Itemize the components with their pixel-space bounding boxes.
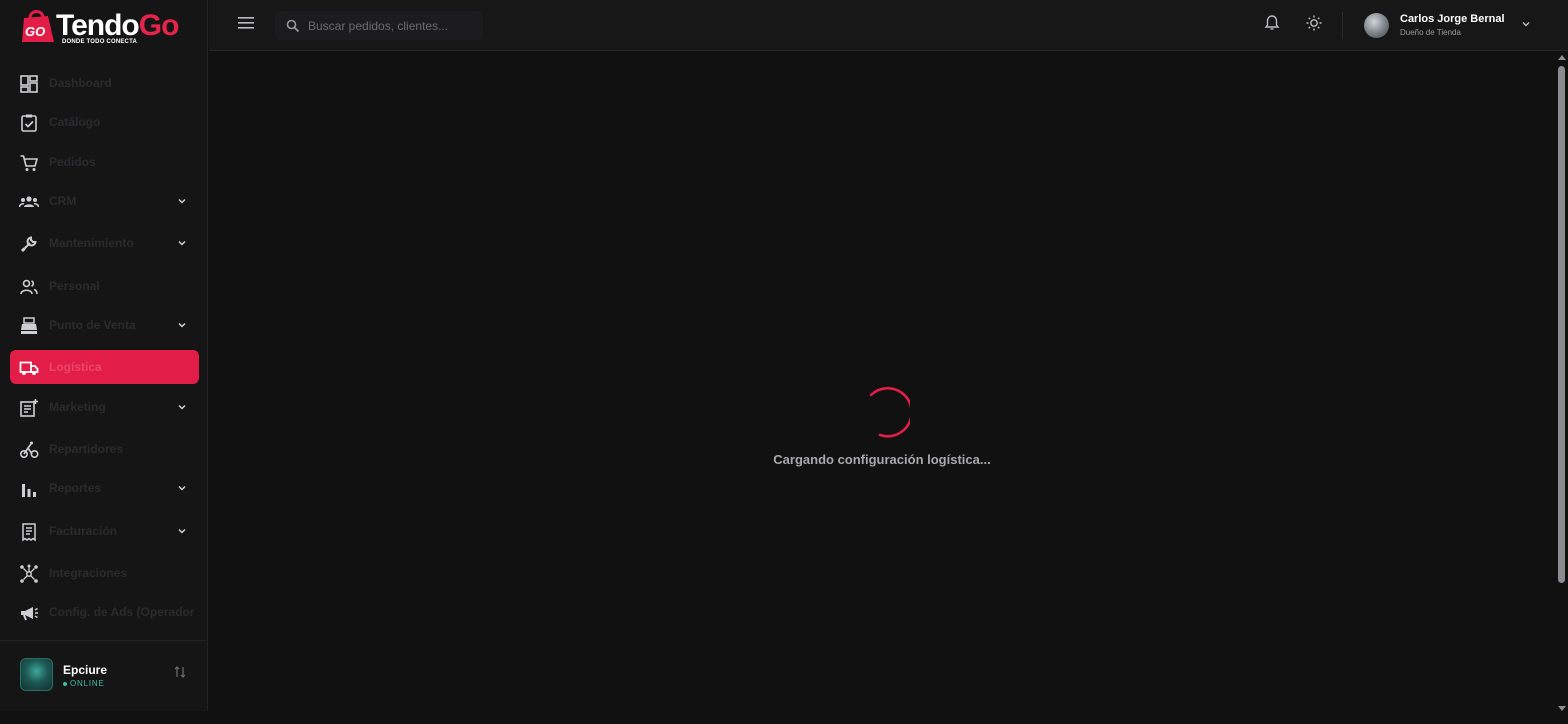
chevron-down-icon[interactable] xyxy=(177,402,187,412)
receipt-icon xyxy=(22,523,36,542)
store-avatar xyxy=(20,658,53,691)
brand-tagline: DONDE TODO CONECTA xyxy=(62,39,138,45)
loading-message: Cargando configuración logística... xyxy=(773,452,991,467)
truck-icon xyxy=(19,361,39,375)
users-group-icon xyxy=(19,196,39,208)
sidebar-item-label: Facturación xyxy=(49,524,118,538)
sidebar-item-reportes[interactable]: Reportes xyxy=(10,471,199,505)
sidebar-item-label: Punto de Venta xyxy=(49,318,136,332)
brand-logo[interactable]: GO TendoGo DONDE TODO CONECTA xyxy=(16,6,192,50)
sidebar-item-label: Logística xyxy=(49,360,102,374)
sidebar-item-label: Integraciones xyxy=(49,566,128,580)
vertical-scrollbar[interactable] xyxy=(1555,52,1568,711)
online-dot-icon xyxy=(63,681,67,686)
sidebar-item-mantenimiento[interactable]: Mantenimiento xyxy=(10,226,199,260)
sidebar-item-label: CRM xyxy=(49,194,77,208)
horizontal-scrollbar-track xyxy=(0,711,1568,724)
user-name[interactable]: Carlos Jorge Bernal xyxy=(1400,13,1505,25)
sidebar-item-catálogo[interactable]: Catálogo xyxy=(10,105,199,139)
sidebar-item-crm[interactable]: CRM xyxy=(10,184,199,218)
chevron-down-icon[interactable] xyxy=(177,196,187,206)
sidebar-item-config-de-ads-operador[interactable]: Config. de Ads (Operador xyxy=(10,595,199,629)
topbar: Buscar pedidos, clientes... Carlos Jorge… xyxy=(209,0,1568,51)
sidebar-item-repartidores[interactable]: Repartidores xyxy=(10,432,199,466)
sidebar-item-dashboard[interactable]: Dashboard xyxy=(10,66,199,100)
people-icon xyxy=(20,279,38,295)
sidebar-item-label: Config. de Ads (Operador xyxy=(49,605,194,619)
app-root: GO TendoGo DONDE TODO CONECTA Dashboard C… xyxy=(0,0,1568,724)
cart-icon xyxy=(20,155,39,171)
store-status: ONLINE xyxy=(63,679,105,688)
main-content: Cargando configuración logística... xyxy=(209,52,1555,711)
topbar-divider xyxy=(1342,12,1343,39)
chevron-down-icon[interactable] xyxy=(177,320,187,330)
sidebar-item-label: Reportes xyxy=(49,481,102,495)
bar-chart-icon xyxy=(22,484,36,497)
sidebar-item-integraciones[interactable]: Integraciones xyxy=(10,556,199,590)
search-icon xyxy=(286,19,300,33)
sidebar-item-facturación[interactable]: Facturación xyxy=(10,514,199,548)
newspaper-plus-icon xyxy=(20,399,38,417)
dashboard-icon xyxy=(20,75,38,93)
user-role: Dueño de Tienda xyxy=(1400,28,1461,37)
sidebar-item-label: Catálogo xyxy=(49,115,101,129)
sidebar-item-label: Dashboard xyxy=(49,76,112,90)
cash-register-icon xyxy=(21,317,37,334)
sidebar-item-label: Repartidores xyxy=(49,442,124,456)
shopping-bag-logo-icon: GO xyxy=(22,10,54,42)
swap-vertical-icon[interactable] xyxy=(174,665,186,679)
sidebar-item-marketing[interactable]: Marketing xyxy=(10,390,199,424)
brand-name-part1: Tendo xyxy=(56,9,140,42)
sidebar-item-logística[interactable]: Logística xyxy=(10,350,199,384)
chevron-down-icon[interactable] xyxy=(1521,19,1531,29)
sidebar-item-label: Pedidos xyxy=(49,155,96,169)
search-input[interactable]: Buscar pedidos, clientes... xyxy=(275,11,483,40)
search-placeholder: Buscar pedidos, clientes... xyxy=(308,19,449,33)
clipboard-check-icon xyxy=(21,114,37,132)
brand-name-part2: Go xyxy=(138,9,180,42)
chevron-down-icon[interactable] xyxy=(177,238,187,248)
sidebar: GO TendoGo DONDE TODO CONECTA Dashboard C… xyxy=(0,0,208,711)
sidebar-item-label: Personal xyxy=(49,279,100,293)
hub-icon xyxy=(20,564,38,583)
sidebar-item-label: Mantenimiento xyxy=(49,236,134,250)
theme-toggle-sun-icon[interactable] xyxy=(1305,14,1323,32)
wrench-icon xyxy=(20,236,37,253)
sidebar-item-pedidos[interactable]: Pedidos xyxy=(10,145,199,179)
megaphone-icon xyxy=(21,607,38,621)
chevron-down-icon[interactable] xyxy=(177,526,187,536)
sidebar-item-punto-de-venta[interactable]: Punto de Venta xyxy=(10,308,199,342)
scrollbar-thumb[interactable] xyxy=(1558,66,1565,583)
notification-bell-icon[interactable] xyxy=(1263,14,1281,32)
scroll-up-arrow-icon[interactable] xyxy=(1558,55,1566,60)
store-switcher[interactable]: Epciure ONLINE xyxy=(0,640,208,711)
store-status-label: ONLINE xyxy=(70,679,105,688)
loading-spinner-icon xyxy=(869,387,910,438)
chevron-down-icon[interactable] xyxy=(177,483,187,493)
sidebar-item-label: Marketing xyxy=(49,400,106,414)
store-name: Epciure xyxy=(63,663,108,677)
user-avatar[interactable] xyxy=(1364,13,1389,38)
bike-icon xyxy=(19,441,39,459)
sidebar-item-personal[interactable]: Personal xyxy=(10,269,199,303)
hamburger-menu-icon[interactable] xyxy=(237,15,255,31)
logo-badge-text: GO xyxy=(25,24,45,39)
